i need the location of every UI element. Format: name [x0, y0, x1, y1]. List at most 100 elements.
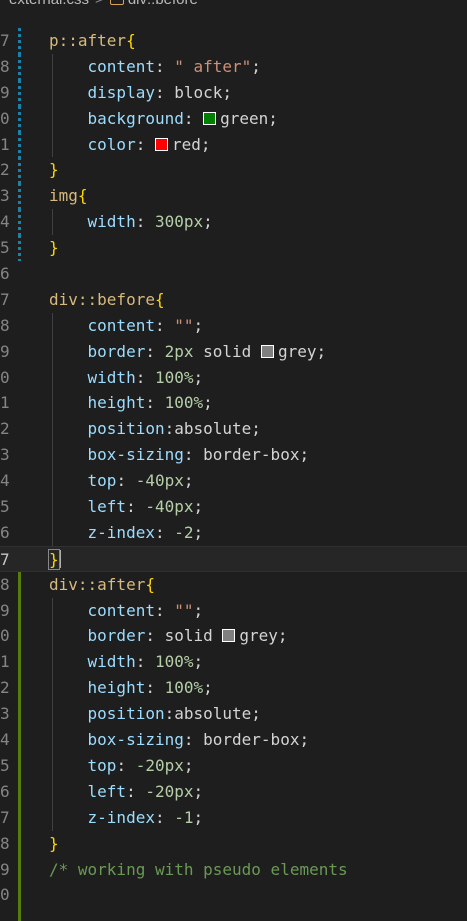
- color-swatch-icon[interactable]: [222, 629, 236, 643]
- code-text: height: 100%;: [49, 390, 213, 416]
- code-line[interactable]: 8 content: " after";: [0, 53, 467, 80]
- code-text: div::after{: [49, 572, 155, 598]
- css-property: content: [87, 56, 155, 76]
- code-line[interactable]: 8 div::after{: [0, 571, 467, 598]
- line-number: 8: [0, 315, 10, 335]
- css-number: 2px: [164, 341, 194, 361]
- code-text: z-index: -2;: [49, 520, 204, 546]
- code-line[interactable]: 8 content: "";: [0, 312, 467, 339]
- code-line[interactable]: 0 border: solid grey;: [0, 623, 467, 650]
- code-line[interactable]: 0 background: green;: [0, 105, 467, 132]
- git-modified-marker[interactable]: [18, 235, 21, 262]
- code-line[interactable]: [0, 908, 467, 921]
- css-value: : block;: [154, 82, 233, 102]
- code-line[interactable]: 4 width: 300px;: [0, 209, 467, 236]
- code-line[interactable]: 4 box-sizing: border-box;: [0, 727, 467, 753]
- git-modified-marker[interactable]: [18, 183, 21, 210]
- code-line[interactable]: 9 border: 2px solid grey;: [0, 338, 467, 365]
- git-added-marker[interactable]: [18, 649, 21, 676]
- css-value: :: [183, 108, 204, 128]
- text-cursor: [58, 549, 61, 568]
- code-line[interactable]: 7 p::after{: [0, 28, 467, 54]
- git-modified-marker[interactable]: [18, 131, 21, 158]
- breadcrumb-file[interactable]: external.css: [9, 0, 89, 8]
- git-added-marker[interactable]: [18, 571, 21, 598]
- git-modified-marker[interactable]: [18, 105, 21, 132]
- code-line[interactable]: 1 width: 100%;: [0, 649, 467, 676]
- code-line[interactable]: 7 div::before{: [0, 287, 467, 313]
- git-added-marker[interactable]: [18, 623, 21, 650]
- git-modified-marker[interactable]: [18, 157, 21, 184]
- code-line[interactable]: 7 z-index: -1;: [0, 804, 467, 831]
- breadcrumb-symbol[interactable]: div::before: [128, 0, 198, 8]
- git-modified-marker[interactable]: [18, 209, 21, 236]
- git-added-marker[interactable]: [18, 882, 21, 909]
- code-line[interactable]: 0: [0, 882, 467, 909]
- code-line[interactable]: 2}: [0, 157, 467, 184]
- git-added-marker[interactable]: [18, 597, 21, 624]
- css-brace: {: [77, 186, 88, 206]
- css-value: ;: [183, 755, 194, 775]
- code-line[interactable]: 6 z-index: -2;: [0, 519, 467, 546]
- css-property: width: [87, 367, 136, 387]
- code-line[interactable]: 9 display: block;: [0, 79, 467, 106]
- css-value: :: [135, 212, 155, 232]
- code-line[interactable]: 9 /* working with pseudo elements: [0, 856, 467, 883]
- code-line[interactable]: 7}: [0, 545, 467, 572]
- code-text: left: -40px;: [49, 494, 204, 520]
- code-line[interactable]: 6: [0, 261, 467, 287]
- color-swatch-icon[interactable]: [260, 344, 274, 358]
- code-line[interactable]: 3 position:absolute;: [0, 701, 467, 728]
- code-line[interactable]: 1 height: 100%;: [0, 390, 467, 417]
- git-added-marker[interactable]: [18, 701, 21, 728]
- code-line[interactable]: 1 color: red;: [0, 131, 467, 158]
- git-added-marker[interactable]: [18, 727, 21, 753]
- code-text: position:absolute;: [49, 416, 261, 442]
- css-brace: }: [49, 160, 59, 180]
- css-value: solid: [193, 341, 261, 361]
- code-line[interactable]: 6 left: -20px;: [0, 778, 467, 805]
- code-line[interactable]: 4 top: -40px;: [0, 468, 467, 495]
- css-value: ;: [193, 781, 204, 801]
- git-added-marker[interactable]: [18, 856, 21, 883]
- git-added-marker[interactable]: [18, 908, 21, 921]
- code-text: left: -20px;: [49, 779, 204, 805]
- git-added-marker[interactable]: [18, 675, 21, 702]
- code-text: border: solid grey;: [49, 623, 288, 649]
- code-line[interactable]: 9 content: "";: [0, 597, 467, 624]
- code-text: content: "";: [49, 598, 204, 624]
- code-line[interactable]: 2 position:absolute;: [0, 416, 467, 443]
- git-modified-marker[interactable]: [18, 53, 21, 80]
- code-text: }: [49, 157, 59, 183]
- css-string: "": [174, 600, 194, 620]
- code-line[interactable]: 5}: [0, 235, 467, 262]
- code-line[interactable]: 0 width: 100%;: [0, 364, 467, 391]
- css-property: border: [87, 626, 146, 646]
- css-property: height: [87, 678, 146, 698]
- git-added-marker[interactable]: [18, 752, 21, 779]
- git-added-marker[interactable]: [18, 778, 21, 805]
- code-editor[interactable]: 7 p::after{8 content: " after"; 9 display:…: [0, 28, 467, 921]
- code-line[interactable]: 8}: [0, 830, 467, 857]
- code-line[interactable]: 2 height: 100%;: [0, 675, 467, 702]
- code-line[interactable]: 5 top: -20px;: [0, 752, 467, 779]
- code-line[interactable]: 3 box-sizing: border-box;: [0, 442, 467, 469]
- git-modified-marker[interactable]: [18, 28, 21, 54]
- code-line[interactable]: 3 img{: [0, 183, 467, 210]
- css-property: top: [87, 755, 117, 775]
- css-number: -2: [174, 522, 194, 542]
- line-number: 0: [0, 108, 10, 128]
- git-added-marker[interactable]: [18, 804, 21, 831]
- css-number: 100%: [154, 652, 194, 672]
- css-value: :: [145, 341, 165, 361]
- line-number: 8: [0, 56, 10, 76]
- color-swatch-icon[interactable]: [203, 111, 217, 125]
- css-value: :: [154, 522, 175, 542]
- git-modified-marker[interactable]: [18, 79, 21, 106]
- code-line[interactable]: 5 left: -40px;: [0, 494, 467, 520]
- color-swatch-icon[interactable]: [154, 137, 168, 151]
- css-brace: {: [126, 31, 136, 50]
- git-added-marker[interactable]: [18, 830, 21, 857]
- line-number: 6: [0, 522, 10, 542]
- css-value: :: [145, 393, 165, 413]
